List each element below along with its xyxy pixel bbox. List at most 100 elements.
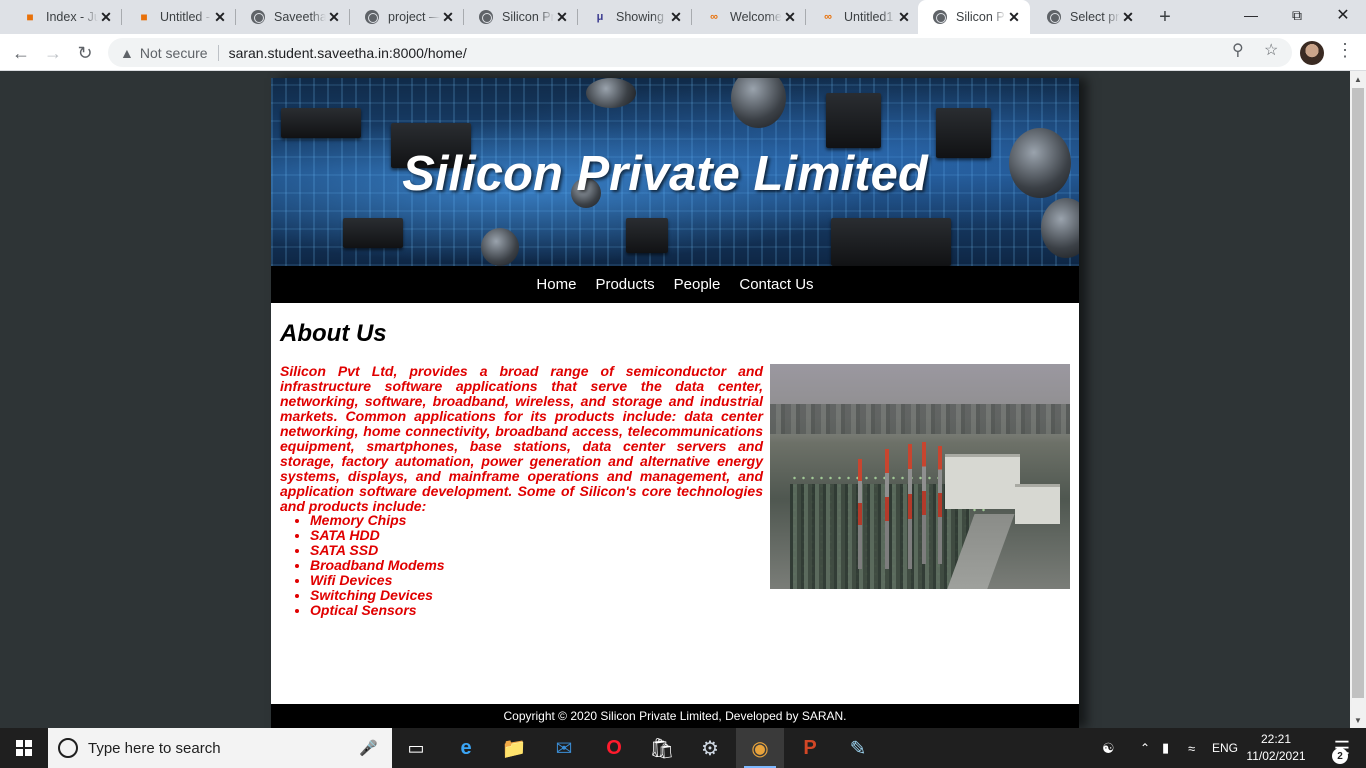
browser-tab[interactable]: ■ Index - Ju ✕ — [8, 0, 122, 34]
mail-icon[interactable]: ✉ — [540, 728, 588, 768]
close-icon[interactable]: ✕ — [440, 9, 456, 25]
browser-tab[interactable]: Saveetha ✕ — [236, 0, 350, 34]
clock-time: 22:21 — [1260, 732, 1292, 746]
main-content: About Us Silicon Pvt Ltd, provides a bro… — [280, 303, 1070, 618]
banner-image: Silicon Private Limited — [271, 78, 1079, 266]
nav-products[interactable]: Products — [595, 276, 654, 293]
colab-icon: ∞ — [710, 11, 718, 23]
page-scrollbar[interactable]: ▲ ▼ — [1350, 71, 1366, 728]
windows-logo-icon — [16, 740, 32, 756]
chrome-icon[interactable]: ◉ — [736, 728, 784, 768]
monogram-icon: μ — [596, 11, 604, 23]
list-item: Broadband Modems — [310, 558, 445, 573]
search-placeholder: Type here to search — [88, 739, 221, 757]
tab-title: Showing — [616, 10, 664, 24]
url-text[interactable]: saran.student.saveetha.in:8000/home/ — [229, 45, 467, 61]
tab-title: project — — [388, 10, 440, 24]
list-item: Switching Devices — [310, 588, 445, 603]
edge-icon[interactable]: e — [442, 728, 490, 768]
notepad-icon[interactable]: ✎ — [834, 728, 882, 768]
taskbar-search[interactable]: Type here to search 🎤 — [48, 728, 392, 768]
store-icon[interactable]: 🛍 — [638, 728, 686, 768]
close-icon[interactable]: ✕ — [1006, 9, 1022, 25]
restore-icon[interactable]: ⧉ — [1274, 0, 1320, 30]
notebook-icon: ■ — [140, 10, 148, 24]
file-explorer-icon[interactable]: 📁 — [490, 728, 538, 768]
close-icon[interactable]: ✕ — [326, 9, 342, 25]
tab-strip: ■ Index - Ju ✕ ■ Untitled - ✕ Saveetha ✕… — [0, 0, 1366, 34]
bookmark-star-icon[interactable]: ☆ — [1264, 40, 1278, 60]
new-tab-plus-icon[interactable]: + — [1154, 6, 1176, 28]
globe-icon — [932, 9, 948, 25]
address-bar[interactable]: ▲ Not secure saran.student.saveetha.in:8… — [108, 38, 1292, 67]
forward-arrow-icon[interactable]: → — [40, 40, 66, 66]
browser-tab[interactable]: Select pr ✕ — [1032, 0, 1144, 34]
start-button[interactable] — [0, 728, 48, 768]
browser-tab[interactable]: μ Showing ✕ — [578, 0, 692, 34]
globe-icon — [364, 9, 380, 25]
browser-tab-active[interactable]: Silicon Pr ✕ — [918, 0, 1030, 34]
settings-gear-icon[interactable]: ⚙ — [686, 728, 734, 768]
profile-avatar[interactable] — [1300, 41, 1324, 65]
list-item: Optical Sensors — [310, 603, 445, 618]
powerpoint-icon[interactable]: P — [786, 728, 834, 768]
scroll-up-arrow-icon[interactable]: ▲ — [1350, 71, 1366, 87]
tab-title: Welcome — [730, 10, 782, 24]
notebook-icon: ■ — [26, 10, 34, 24]
microphone-icon[interactable]: 🎤 — [359, 739, 378, 757]
list-item: Wifi Devices — [310, 573, 445, 588]
close-icon[interactable]: ✕ — [668, 9, 684, 25]
site-footer: Copyright © 2020 Silicon Private Limited… — [271, 704, 1079, 728]
window-close-icon[interactable]: ✕ — [1320, 0, 1366, 30]
list-item: Memory Chips — [310, 513, 445, 528]
close-icon[interactable]: ✕ — [782, 9, 798, 25]
zoom-icon[interactable]: ⚲ — [1232, 40, 1244, 60]
close-icon[interactable]: ✕ — [212, 9, 228, 25]
close-icon[interactable]: ✕ — [896, 9, 912, 25]
nav-contact-us[interactable]: Contact Us — [739, 276, 813, 293]
tray-chevron-up-icon[interactable]: ⌃ — [1140, 728, 1150, 768]
reload-icon[interactable]: ↻ — [72, 40, 98, 66]
close-icon[interactable]: ✕ — [554, 9, 570, 25]
scroll-thumb[interactable] — [1352, 88, 1364, 698]
tab-title: Silicon Pr — [956, 10, 1006, 24]
globe-icon — [478, 9, 494, 25]
cortana-icon — [58, 738, 78, 758]
list-item: SATA SSD — [310, 543, 445, 558]
back-arrow-icon[interactable]: ← — [8, 40, 34, 66]
about-description: Silicon Pvt Ltd, provides a broad range … — [280, 363, 763, 514]
about-heading: About Us — [280, 320, 387, 347]
browser-tab[interactable]: Silicon Pr ✕ — [464, 0, 578, 34]
browser-tab[interactable]: ■ Untitled - ✕ — [122, 0, 236, 34]
factory-photo — [770, 364, 1070, 589]
warning-icon[interactable]: ▲ — [120, 45, 134, 61]
close-icon[interactable]: ✕ — [98, 9, 114, 25]
browser-tab[interactable]: project — ✕ — [350, 0, 464, 34]
people-icon[interactable]: ☯ — [1102, 728, 1115, 768]
browser-tab[interactable]: ∞ Welcome ✕ — [692, 0, 806, 34]
taskbar-clock[interactable]: 22:21 11/02/2021 — [1244, 731, 1308, 765]
colab-icon: ∞ — [824, 11, 832, 23]
browser-toolbar: ← → ↻ ▲ Not secure saran.student.saveeth… — [0, 34, 1366, 71]
battery-icon[interactable]: ▮ — [1162, 728, 1169, 768]
tab-title: Select pr — [1070, 10, 1120, 24]
nav-home[interactable]: Home — [536, 276, 576, 293]
language-indicator[interactable]: ENG — [1212, 728, 1238, 768]
minimize-icon[interactable]: — — [1228, 0, 1274, 30]
task-view-icon[interactable]: ▭ — [392, 728, 440, 768]
nav-people[interactable]: People — [674, 276, 721, 293]
wifi-icon[interactable]: ≈ — [1188, 728, 1195, 768]
scroll-down-arrow-icon[interactable]: ▼ — [1350, 712, 1366, 728]
windows-taskbar: Type here to search 🎤 ▭ e 📁 ✉ O 🛍 ⚙ ◉ P … — [0, 728, 1366, 768]
security-label[interactable]: Not secure — [140, 45, 208, 61]
tab-title: Untitled1 — [844, 10, 894, 24]
clock-date: 11/02/2021 — [1246, 749, 1306, 763]
tab-title: Untitled - — [160, 10, 211, 24]
opera-icon[interactable]: O — [590, 728, 638, 768]
close-icon[interactable]: ✕ — [1120, 9, 1136, 25]
menu-kebab-icon[interactable]: ⋮ — [1336, 40, 1354, 61]
list-item: SATA HDD — [310, 528, 445, 543]
browser-tab[interactable]: ∞ Untitled1 ✕ — [806, 0, 920, 34]
banner-title: Silicon Private Limited — [402, 147, 928, 201]
notification-count: 2 — [1332, 748, 1348, 764]
